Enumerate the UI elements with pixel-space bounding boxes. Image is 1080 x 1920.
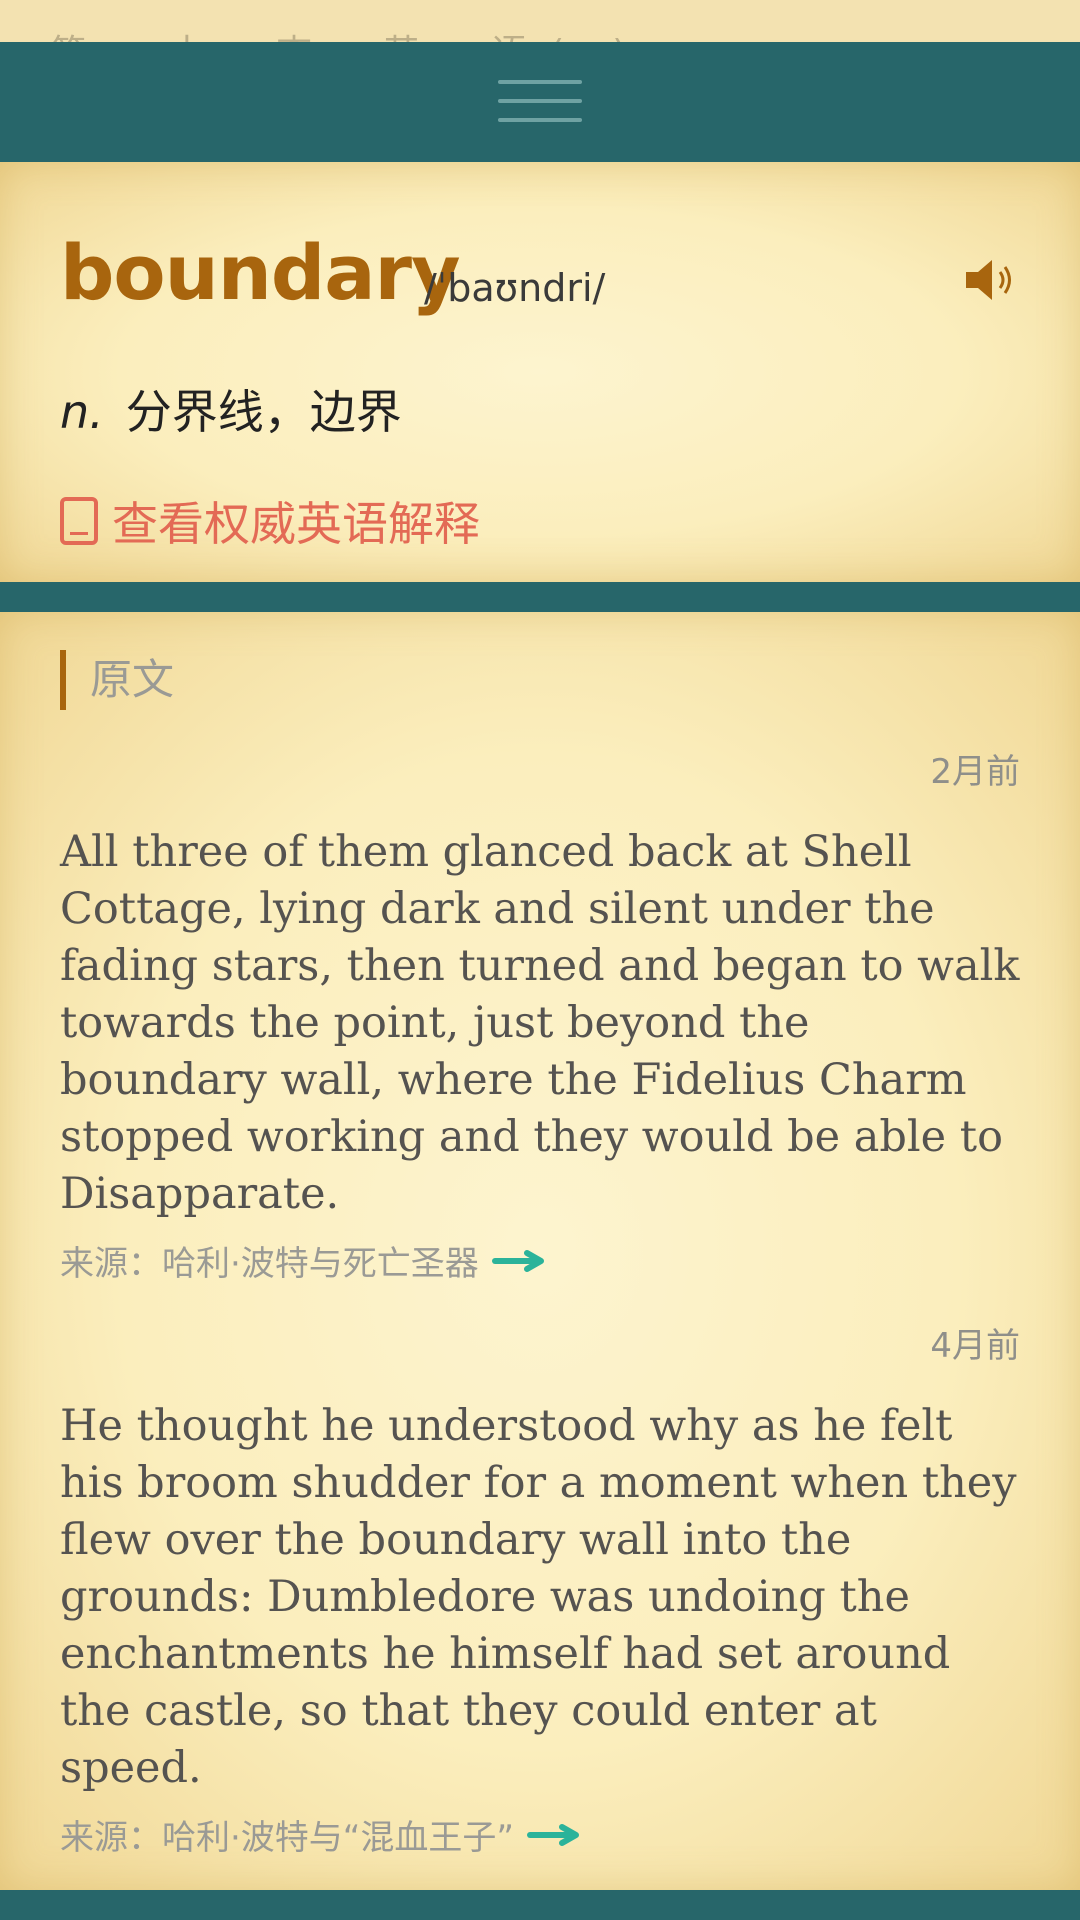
examples-card: 原文 2月前 All three of them glanced back at… [0,612,1080,1890]
section-title-original: 原文 [60,650,174,710]
authority-explanation-link[interactable]: 查看权威英语解释 [60,488,480,554]
example-time: 4月前 [930,1326,1020,1366]
example-source-text: 来源：哈利·波特与“混血王子” [60,1818,515,1858]
example-time: 2月前 [930,752,1020,792]
definition-text: 分界线，边界 [125,385,402,439]
example-sentence: All three of them glanced back at Shell … [60,827,1020,1219]
arrow-right-icon [527,1823,580,1846]
header-bar [0,42,1080,162]
phonetic: /ˈbaʊndri/ [424,266,606,310]
word-card: boundary /ˈbaʊndri/ n. 分界线，边界 查看权威英语解释 [0,162,1080,582]
definition: n. 分界线，边界 [60,376,402,442]
example-source-link[interactable]: 来源：哈利·波特与死亡圣器 [60,1236,547,1285]
speaker-icon[interactable] [962,252,1018,308]
headword: boundary [60,228,461,317]
menu-handle-icon[interactable] [498,80,582,124]
authority-link-label: 查看权威英语解释 [112,497,480,551]
bottom-bar [0,1890,1080,1920]
part-of-speech: n. [60,385,104,439]
example-sentence: He thought he understood why as he felt … [60,1401,1017,1793]
previous-card-text: 第 … 本 ▪ 查 ▪ 英 ▪ 语 (…) [50,24,632,42]
previous-card-strip: 第 … 本 ▪ 查 ▪ 英 ▪ 语 (…) [0,0,1080,42]
example-source-text: 来源：哈利·波特与死亡圣器 [60,1244,479,1284]
arrow-right-icon [491,1249,544,1272]
example-source-link[interactable]: 来源：哈利·波特与“混血王子” [60,1810,582,1859]
book-icon [60,497,98,545]
